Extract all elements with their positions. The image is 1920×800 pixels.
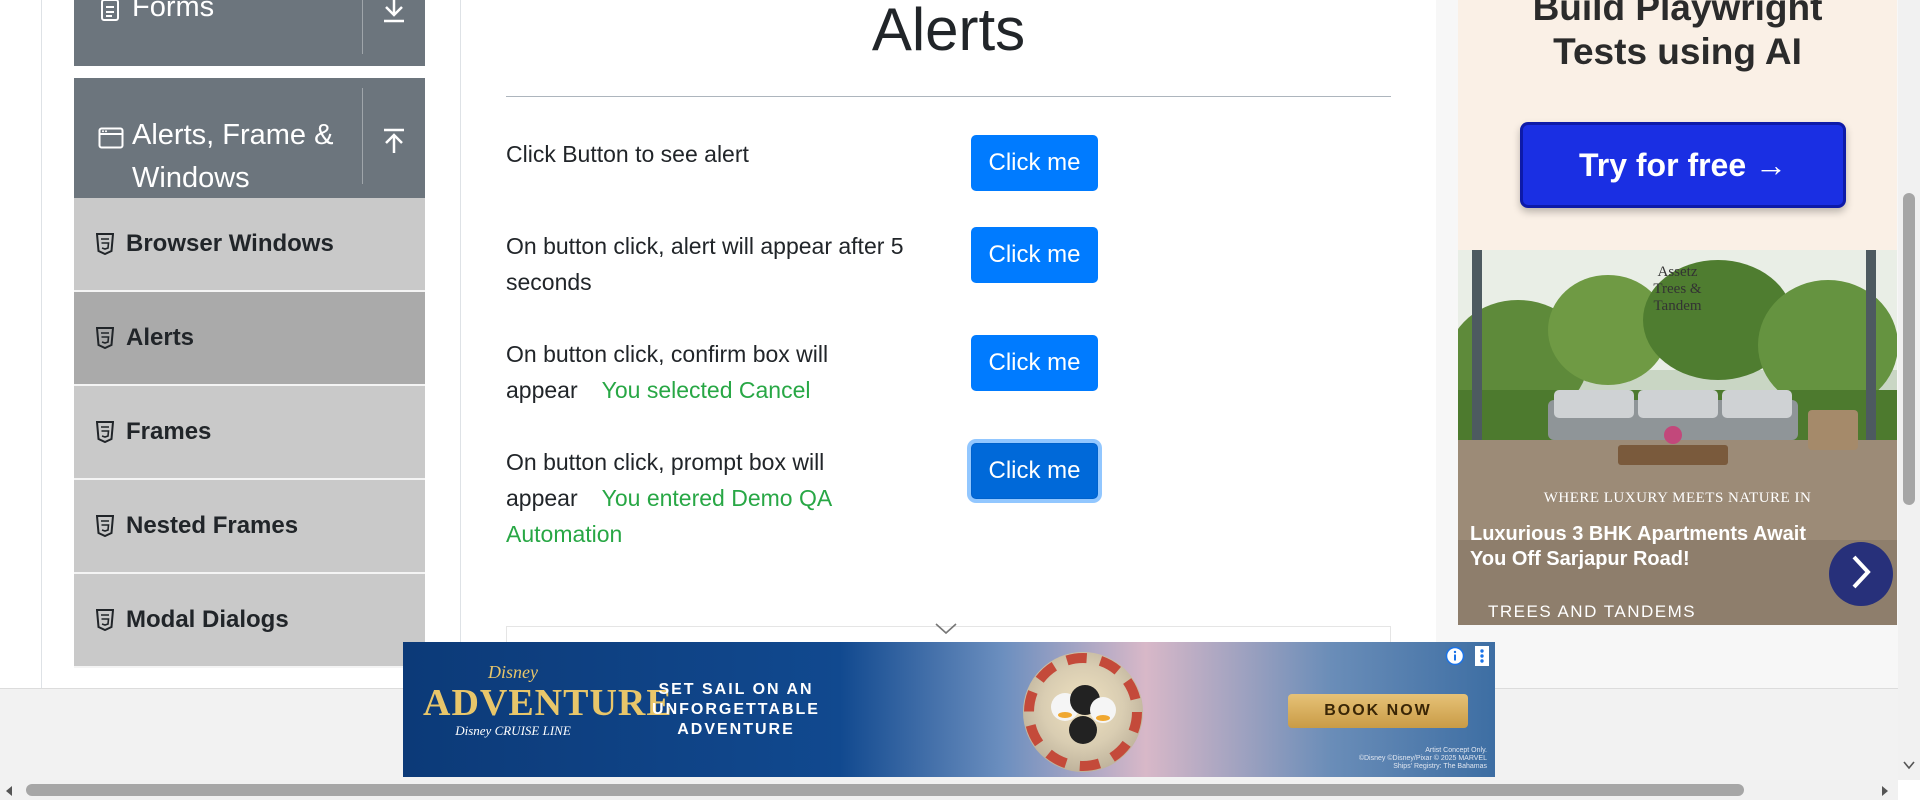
- prompt-row-label: On button click, prompt box will appear Y…: [506, 444, 956, 552]
- html5-icon: [95, 233, 115, 256]
- banner-fine-line3: Ships' Registry: The Bahamas: [1393, 763, 1487, 770]
- sidebar: Forms Alerts, Frame & Windows Browser Wi…: [74, 0, 425, 668]
- ad-description: Luxurious 3 BHK Apartments Await You Off…: [1470, 523, 1806, 570]
- timer-alert-text-line1: On button click, alert will appear after…: [506, 233, 904, 259]
- sidebar-item-modal-dialogs[interactable]: Modal Dialogs: [74, 574, 425, 668]
- banner-text-line1: SET SAIL ON AN: [658, 681, 814, 698]
- ad-next-button[interactable]: [1829, 542, 1893, 606]
- more-options-icon[interactable]: [1475, 646, 1489, 666]
- ad-playwright[interactable]: Build Playwright Tests using AI Try for …: [1458, 0, 1897, 250]
- group-title-forms: Forms: [132, 0, 215, 23]
- download-icon[interactable]: [381, 0, 407, 29]
- banner-fine-line1: Artist Concept Only.: [1425, 747, 1487, 754]
- scroll-right-arrow-icon[interactable]: [1880, 784, 1890, 800]
- chevron-down-icon[interactable]: [934, 622, 958, 641]
- alert-row-text: Click Button to see alert: [506, 141, 749, 167]
- sidebar-item-nested-frames[interactable]: Nested Frames: [74, 480, 425, 574]
- group-separator: [362, 0, 363, 54]
- page: Forms Alerts, Frame & Windows Browser Wi…: [0, 0, 1920, 800]
- banner-text: SET SAIL ON AN UNFORGETTABLE ADVENTURE: [651, 680, 821, 740]
- confirm-row-label: On button click, confirm box will appear…: [506, 336, 956, 408]
- vertical-scrollbar-thumb[interactable]: [1903, 193, 1915, 505]
- prompt-result-line1: You entered Demo QA: [601, 485, 833, 511]
- ad-brand-line2: Trees &: [1653, 281, 1702, 297]
- banner-fine-line2: ©Disney ©Disney/Pixar © 2025 MARVEL: [1358, 755, 1487, 762]
- banner-fine-print: Artist Concept Only. ©Disney ©Disney/Pix…: [1359, 747, 1487, 771]
- timer-alert-button[interactable]: Click me: [971, 227, 1098, 283]
- disney-logo-top: Disney: [488, 662, 538, 682]
- ad-headline: Build Playwright Tests using AI: [1458, 0, 1897, 74]
- sidebar-item-label: Frames: [126, 418, 212, 445]
- html5-icon: [95, 327, 115, 350]
- html5-icon: [95, 421, 115, 444]
- scroll-left-arrow-icon[interactable]: [4, 784, 14, 800]
- page-title: Alerts: [871, 0, 1026, 63]
- confirm-result: You selected Cancel: [601, 377, 811, 403]
- scroll-down-arrow-icon[interactable]: [1903, 757, 1915, 775]
- sidebar-item-label: Modal Dialogs: [126, 606, 289, 633]
- sidebar-item-label: Browser Windows: [126, 230, 334, 257]
- ad-tagline: WHERE LUXURY MEETS NATURE IN: [1543, 490, 1812, 506]
- disney-logo-main: ADVENTURE: [423, 682, 673, 724]
- sidebar-item-label: Alerts: [126, 324, 195, 351]
- confirm-text-line2: appear: [506, 377, 578, 403]
- content-border-line: [460, 0, 461, 688]
- timer-alert-text-line2: seconds: [506, 269, 592, 295]
- left-border-line: [41, 0, 42, 688]
- prompt-result-line2: Automation: [506, 521, 623, 547]
- confirm-text-line1: On button click, confirm box will: [506, 341, 829, 367]
- document-icon: [100, 0, 120, 27]
- alert-row-label: Click Button to see alert: [506, 136, 956, 172]
- group-separator: [362, 88, 363, 184]
- window-icon: [98, 127, 124, 154]
- banner-text-line3: ADVENTURE: [677, 721, 795, 738]
- ad-brand-line3: Tandem: [1653, 298, 1702, 314]
- group-title-alerts-line1: Alerts, Frame &: [132, 119, 334, 151]
- group-header-forms[interactable]: Forms: [74, 0, 425, 66]
- chevron-right-icon: [1849, 554, 1873, 595]
- timer-alert-row-label: On button click, alert will appear after…: [506, 228, 956, 300]
- vertical-scrollbar[interactable]: [1898, 0, 1920, 780]
- ad-disney-banner[interactable]: Disney ADVENTURE Disney CRUISE LINE SET …: [403, 642, 1495, 777]
- title-divider: [506, 96, 1391, 97]
- ad-brand-line1: Assetz: [1657, 264, 1698, 280]
- sidebar-item-browser-windows[interactable]: Browser Windows: [74, 198, 425, 292]
- html5-icon: [95, 609, 115, 632]
- sidebar-item-label: Nested Frames: [126, 512, 299, 539]
- banner-text-line2: UNFORGETTABLE: [652, 701, 820, 718]
- group-title-alerts-line2: Windows: [132, 162, 250, 194]
- ad-apartments[interactable]: Assetz Trees & Tandem WHERE LUXURY MEETS…: [1458, 250, 1897, 625]
- ad-headline-line1: Build Playwright: [1532, 0, 1823, 28]
- horizontal-scrollbar-thumb[interactable]: [26, 784, 1744, 796]
- info-icon[interactable]: [1445, 646, 1465, 666]
- sidebar-item-alerts[interactable]: Alerts: [74, 292, 425, 386]
- prompt-text-line2: appear: [506, 485, 578, 511]
- ad-brand: Assetz Trees & Tandem: [1458, 264, 1897, 315]
- disney-logo-sub: Disney CRUISE LINE: [455, 723, 571, 738]
- prompt-text-line1: On button click, prompt box will: [506, 449, 825, 475]
- alert-button[interactable]: Click me: [971, 135, 1098, 191]
- html5-icon: [95, 515, 115, 538]
- ad-footer: TREES AND TANDEMS: [1488, 602, 1697, 621]
- ad-try-free-button[interactable]: Try for free →: [1520, 122, 1846, 208]
- characters-lifebuoy-image: [1023, 652, 1143, 772]
- ad-headline-line2: Tests using AI: [1553, 31, 1802, 72]
- sidebar-item-frames[interactable]: Frames: [74, 386, 425, 480]
- group-header-alerts-frame-windows[interactable]: Alerts, Frame & Windows: [74, 78, 425, 198]
- prompt-button[interactable]: Click me: [971, 443, 1098, 499]
- confirm-button[interactable]: Click me: [971, 335, 1098, 391]
- disney-adventure-logo: Disney ADVENTURE Disney CRUISE LINE: [423, 662, 673, 739]
- book-now-button[interactable]: BOOK NOW: [1288, 694, 1468, 728]
- upload-icon[interactable]: [381, 127, 407, 160]
- horizontal-scrollbar[interactable]: [0, 780, 1898, 800]
